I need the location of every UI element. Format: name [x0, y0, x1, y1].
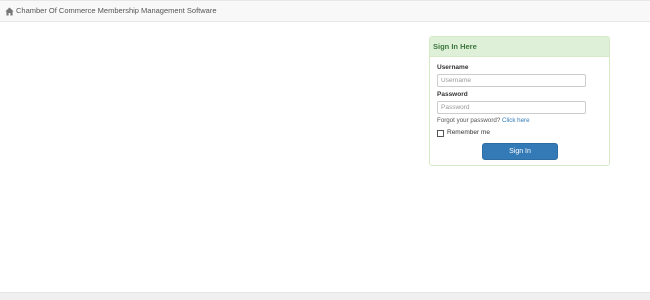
- forgot-password-row: Forgot your password? Click here: [437, 117, 530, 125]
- remember-me-label: Remember me: [447, 129, 490, 136]
- home-icon: [5, 7, 14, 15]
- footer-bar: [0, 292, 650, 300]
- panel-heading: Sign In Here: [430, 37, 609, 57]
- username-label: Username: [437, 64, 469, 71]
- forgot-password-link[interactable]: Click here: [502, 117, 530, 124]
- forgot-password-text: Forgot your password?: [437, 117, 501, 124]
- remember-me-checkbox[interactable]: [437, 129, 444, 137]
- remember-me-row: Remember me: [437, 129, 490, 137]
- login-panel: Sign In Here Username Password Forgot yo…: [429, 36, 610, 166]
- top-navbar: Chamber Of Commerce Membership Managemen…: [0, 0, 650, 22]
- brand-link[interactable]: Chamber Of Commerce Membership Managemen…: [5, 5, 217, 17]
- panel-body: Username Password Forgot your password? …: [430, 57, 609, 165]
- password-label: Password: [437, 91, 468, 98]
- sign-in-button[interactable]: Sign In: [482, 143, 558, 160]
- username-input[interactable]: [437, 74, 586, 87]
- brand-title: Chamber Of Commerce Membership Managemen…: [16, 6, 217, 15]
- password-input[interactable]: [437, 101, 586, 114]
